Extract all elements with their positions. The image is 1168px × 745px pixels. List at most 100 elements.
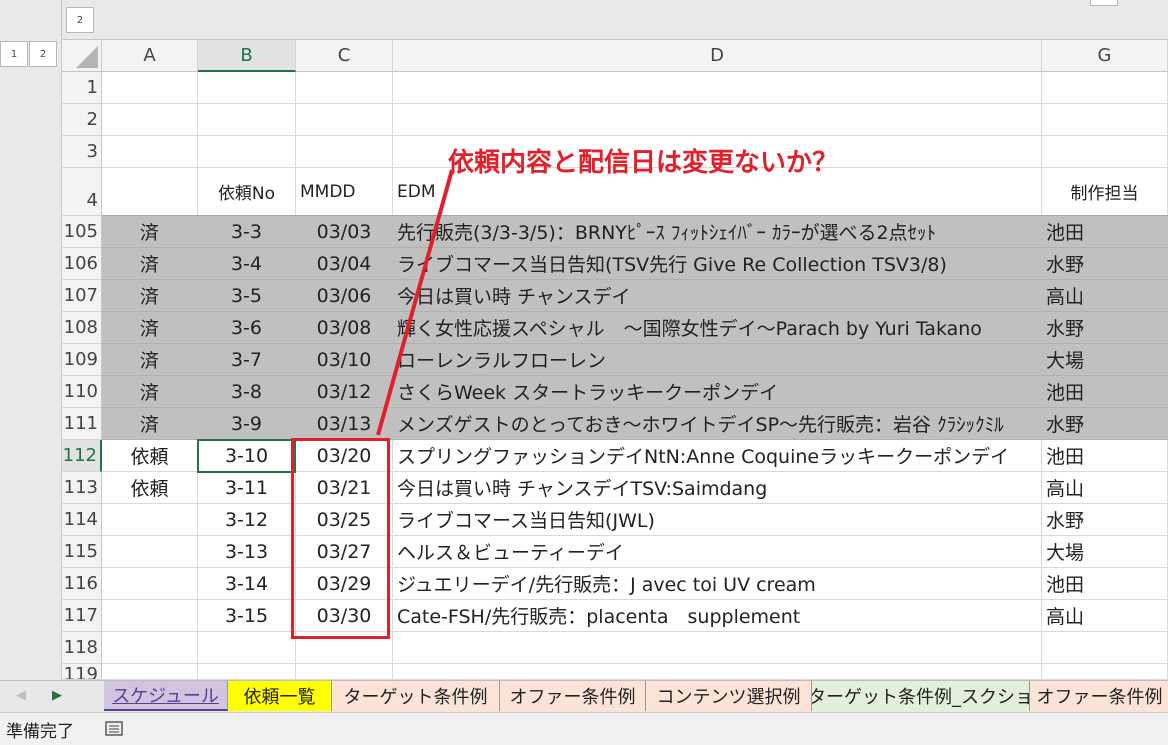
- header-request-no[interactable]: 依頼No: [198, 168, 296, 215]
- sheet-tab[interactable]: オファー条件例: [1030, 681, 1168, 711]
- cell[interactable]: [1042, 664, 1168, 679]
- status-cell[interactable]: [102, 568, 198, 599]
- cell[interactable]: [1042, 104, 1168, 135]
- row-header[interactable]: 118: [62, 632, 102, 664]
- row-header[interactable]: 1: [62, 72, 102, 104]
- cell[interactable]: [1042, 136, 1168, 167]
- status-cell[interactable]: 済: [102, 344, 198, 375]
- edm-cell[interactable]: さくらWeek スタートラッキークーポンデイ: [393, 376, 1042, 407]
- column-header-c[interactable]: C: [296, 40, 393, 72]
- column-header-a[interactable]: A: [102, 40, 198, 72]
- request-no-cell[interactable]: 3-15: [198, 600, 296, 631]
- row-header[interactable]: 111: [62, 408, 102, 440]
- edm-cell[interactable]: メンズゲストのとっておき～ホワイトデイSP～先行販売：岩谷 ｸﾗｼｯｸﾐﾙ: [393, 408, 1042, 439]
- outline-level-button[interactable]: 2: [29, 41, 57, 67]
- edm-cell[interactable]: ライブコマース当日告知(JWL): [393, 504, 1042, 535]
- owner-cell[interactable]: 高山: [1042, 280, 1168, 311]
- owner-cell[interactable]: 大場: [1042, 344, 1168, 375]
- owner-cell[interactable]: 水野: [1042, 248, 1168, 279]
- row-header[interactable]: 105: [62, 216, 102, 248]
- cell[interactable]: [296, 72, 393, 103]
- edm-cell[interactable]: 今日は買い時 チャンスデイ: [393, 280, 1042, 311]
- cell[interactable]: [102, 632, 198, 663]
- row-header[interactable]: 110: [62, 376, 102, 408]
- cell[interactable]: [393, 632, 1042, 663]
- cell[interactable]: [198, 136, 296, 167]
- cell[interactable]: [296, 664, 393, 679]
- column-header-d[interactable]: D: [393, 40, 1042, 72]
- edm-cell[interactable]: Cate-FSH/先行販売：placenta supplement: [393, 600, 1042, 631]
- header-owner[interactable]: 制作担当: [1042, 168, 1168, 215]
- request-no-cell[interactable]: 3-13: [198, 536, 296, 567]
- status-cell[interactable]: 済: [102, 312, 198, 343]
- row-header[interactable]: 115: [62, 536, 102, 568]
- edm-cell[interactable]: スプリングファッションデイNtN:Anne Coquineラッキークーポンデイ: [393, 440, 1042, 471]
- owner-cell[interactable]: 池田: [1042, 216, 1168, 247]
- status-cell[interactable]: 済: [102, 376, 198, 407]
- cell[interactable]: [102, 168, 198, 215]
- sheet-tab[interactable]: ターゲット条件例: [332, 681, 500, 711]
- request-no-cell[interactable]: 3-8: [198, 376, 296, 407]
- row-header[interactable]: 2: [62, 104, 102, 136]
- request-no-cell[interactable]: 3-6: [198, 312, 296, 343]
- request-no-cell[interactable]: 3-14: [198, 568, 296, 599]
- row-header[interactable]: 116: [62, 568, 102, 600]
- cell[interactable]: [102, 664, 198, 679]
- row-header[interactable]: 112: [62, 440, 102, 472]
- outline-level-button[interactable]: 1: [0, 41, 28, 67]
- select-all-corner[interactable]: [62, 40, 102, 72]
- cell[interactable]: [393, 664, 1042, 679]
- cell[interactable]: [393, 72, 1042, 103]
- edm-cell[interactable]: 先行販売(3/3-3/5)：BRNYﾋﾟｰｽ ﾌｨｯﾄｼｪｲﾊﾞｰ ｶﾗｰが選べ…: [393, 216, 1042, 247]
- request-no-cell[interactable]: 3-9: [198, 408, 296, 439]
- request-no-cell[interactable]: 3-11: [198, 472, 296, 503]
- row-header[interactable]: 117: [62, 600, 102, 632]
- edm-cell[interactable]: 今日は買い時 チャンスデイTSV:Saimdang: [393, 472, 1042, 503]
- owner-cell[interactable]: 高山: [1042, 600, 1168, 631]
- status-cell[interactable]: [102, 536, 198, 567]
- owner-cell[interactable]: 水野: [1042, 312, 1168, 343]
- cell[interactable]: [102, 72, 198, 103]
- row-header[interactable]: 109: [62, 344, 102, 376]
- owner-cell[interactable]: 水野: [1042, 408, 1168, 439]
- cell[interactable]: [296, 104, 393, 135]
- status-cell[interactable]: [102, 504, 198, 535]
- status-cell[interactable]: 済: [102, 248, 198, 279]
- sheet-tab[interactable]: ターゲット条件例_スクショ: [812, 681, 1030, 711]
- owner-cell[interactable]: 高山: [1042, 472, 1168, 503]
- row-header[interactable]: 106: [62, 248, 102, 280]
- column-header-b[interactable]: B: [198, 40, 296, 72]
- status-cell[interactable]: 済: [102, 216, 198, 247]
- cell[interactable]: [393, 104, 1042, 135]
- active-cell-cursor[interactable]: [197, 439, 296, 473]
- row-header[interactable]: 108: [62, 312, 102, 344]
- edm-cell[interactable]: 輝く女性応援スペシャル ～国際女性デイ～Parach by Yuri Takan…: [393, 312, 1042, 343]
- status-cell[interactable]: 依頼: [102, 472, 198, 503]
- edm-cell[interactable]: ヘルス＆ビューティーデイ: [393, 536, 1042, 567]
- tab-scroll-left-icon[interactable]: ◀: [16, 688, 26, 703]
- owner-cell[interactable]: 水野: [1042, 504, 1168, 535]
- cell[interactable]: [1042, 72, 1168, 103]
- tab-scroll-right-icon[interactable]: ▶: [52, 688, 62, 703]
- accessibility-icon[interactable]: [105, 720, 125, 738]
- column-header-g[interactable]: G: [1042, 40, 1168, 72]
- status-cell[interactable]: 済: [102, 408, 198, 439]
- cell[interactable]: [102, 136, 198, 167]
- request-no-cell[interactable]: 3-3: [198, 216, 296, 247]
- sheet-tab[interactable]: オファー条件例: [500, 681, 646, 711]
- owner-cell[interactable]: 大場: [1042, 536, 1168, 567]
- request-no-cell[interactable]: 3-7: [198, 344, 296, 375]
- cell[interactable]: [198, 664, 296, 679]
- cell[interactable]: [1042, 632, 1168, 663]
- request-no-cell[interactable]: 3-4: [198, 248, 296, 279]
- status-cell[interactable]: 済: [102, 280, 198, 311]
- row-header[interactable]: 114: [62, 504, 102, 536]
- row-header[interactable]: 119: [62, 664, 102, 680]
- cell[interactable]: [198, 72, 296, 103]
- sheet-tab[interactable]: コンテンツ選択例: [646, 681, 812, 711]
- owner-cell[interactable]: 池田: [1042, 568, 1168, 599]
- status-cell[interactable]: [102, 600, 198, 631]
- cell[interactable]: [102, 104, 198, 135]
- edm-cell[interactable]: ローレンラルフローレン: [393, 344, 1042, 375]
- owner-cell[interactable]: 池田: [1042, 376, 1168, 407]
